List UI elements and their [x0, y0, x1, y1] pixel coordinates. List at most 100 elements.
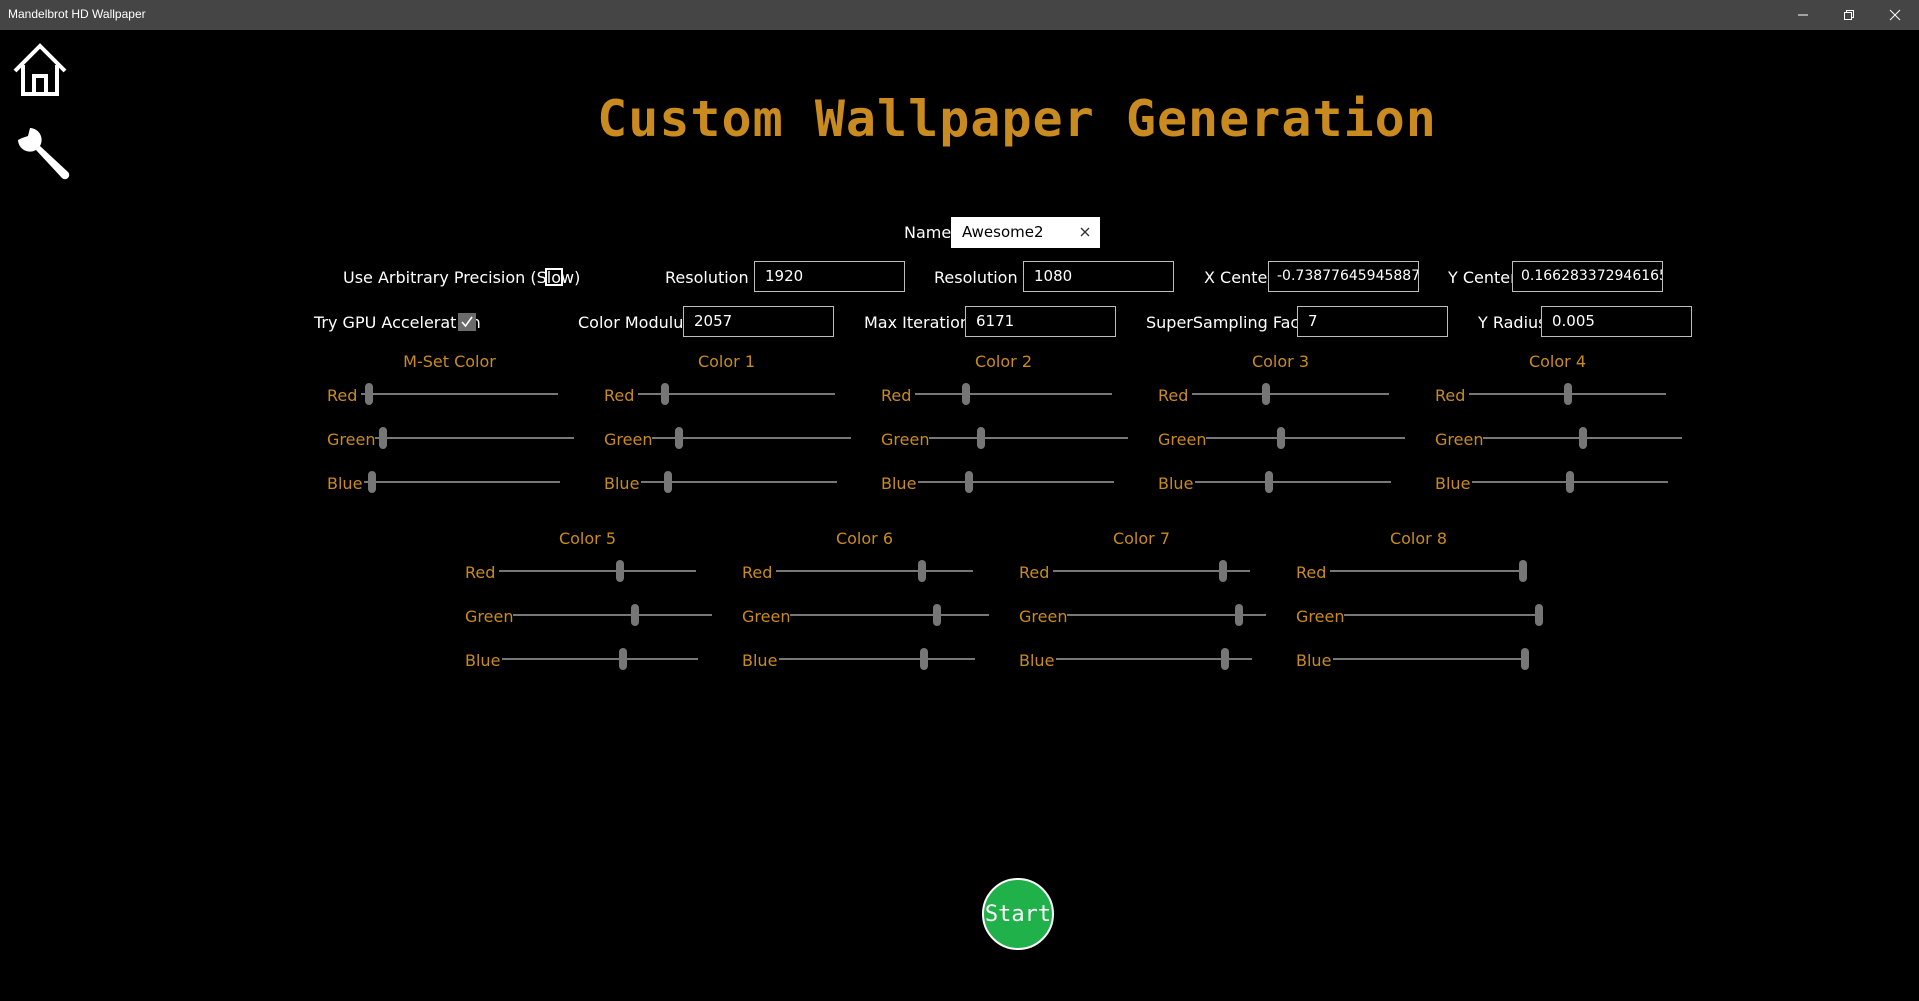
m-set-color-red-slider[interactable]	[361, 383, 558, 405]
check-icon	[461, 316, 473, 328]
color-5-red-slider[interactable]	[499, 560, 696, 582]
color-6-blue-slider[interactable]	[779, 648, 975, 670]
color-1-green-slider[interactable]	[652, 427, 851, 449]
resolution-x-input[interactable]: 1920	[754, 261, 905, 292]
slider-track	[776, 570, 973, 572]
name-input[interactable]: Awesome2	[951, 217, 1100, 248]
slider-thumb[interactable]	[1563, 383, 1572, 405]
color-5-blue-slider[interactable]	[502, 648, 698, 670]
color-6-green-slider[interactable]	[790, 604, 989, 626]
slider-thumb[interactable]	[976, 427, 985, 449]
color-3-green-slider[interactable]	[1206, 427, 1405, 449]
m-set-color-green-label: Green	[327, 430, 376, 449]
slider-track	[779, 658, 975, 660]
minimize-icon	[1798, 14, 1808, 16]
name-label: Name	[904, 223, 952, 242]
resolution-y-input[interactable]: 1080	[1023, 261, 1174, 292]
group-title-m-set-color: M-Set Color	[403, 352, 496, 371]
slider-thumb[interactable]	[917, 560, 926, 582]
slider-track	[499, 570, 696, 572]
color-8-red-slider[interactable]	[1330, 560, 1527, 582]
close-button[interactable]	[1872, 0, 1918, 30]
color-2-green-slider[interactable]	[929, 427, 1128, 449]
slider-track	[364, 481, 560, 483]
color-3-blue-slider[interactable]	[1195, 471, 1391, 493]
name-value: Awesome2	[962, 223, 1044, 241]
slider-thumb[interactable]	[1276, 427, 1285, 449]
slider-thumb[interactable]	[1578, 427, 1587, 449]
gpu-acceleration-checkbox[interactable]	[458, 313, 476, 331]
slider-thumb[interactable]	[364, 383, 373, 405]
color-4-green-slider[interactable]	[1483, 427, 1682, 449]
slider-thumb[interactable]	[920, 648, 928, 670]
color-1-blue-slider[interactable]	[641, 471, 837, 493]
slider-thumb[interactable]	[367, 471, 376, 493]
clear-icon[interactable]	[1079, 226, 1091, 238]
slider-thumb[interactable]	[618, 648, 627, 670]
slider-thumb[interactable]	[616, 560, 625, 582]
restore-icon	[1844, 10, 1854, 20]
max-iterations-input[interactable]: 6171	[965, 306, 1116, 337]
slider-thumb[interactable]	[962, 383, 971, 405]
slider-thumb[interactable]	[631, 604, 640, 626]
slider-track	[375, 437, 574, 439]
m-set-color-blue-slider[interactable]	[364, 471, 560, 493]
slider-track	[915, 393, 1112, 395]
color-8-green-slider[interactable]	[1344, 604, 1543, 626]
supersampling-input[interactable]: 7	[1297, 306, 1448, 337]
color-7-green-slider[interactable]	[1067, 604, 1266, 626]
slider-thumb[interactable]	[1521, 648, 1529, 670]
x-center-input[interactable]: -0.73877645945887…	[1268, 261, 1419, 292]
slider-track	[1330, 570, 1527, 572]
color-2-red-label: Red	[881, 386, 912, 405]
color-5-green-slider[interactable]	[513, 604, 712, 626]
slider-thumb[interactable]	[1261, 383, 1270, 405]
slider-thumb[interactable]	[663, 471, 672, 493]
close-icon	[1889, 9, 1901, 21]
m-set-color-green-slider[interactable]	[375, 427, 574, 449]
color-2-red-slider[interactable]	[915, 383, 1112, 405]
color-8-blue-label: Blue	[1296, 651, 1332, 670]
resolution-x-label: Resolution X	[665, 268, 765, 287]
group-title-color-4: Color 4	[1528, 352, 1587, 371]
minimize-button[interactable]	[1780, 0, 1826, 30]
slider-thumb[interactable]	[674, 427, 683, 449]
slider-track	[1344, 614, 1543, 616]
slider-thumb[interactable]	[1219, 560, 1228, 582]
slider-thumb[interactable]	[1566, 471, 1574, 493]
y-center-input[interactable]: 0.166283372946165	[1512, 261, 1663, 292]
color-7-blue-label: Blue	[1019, 651, 1055, 670]
color-2-green-label: Green	[881, 430, 930, 449]
slider-track	[1333, 658, 1529, 660]
slider-thumb[interactable]	[1221, 648, 1230, 670]
slider-thumb[interactable]	[965, 471, 973, 493]
slider-thumb[interactable]	[1235, 604, 1244, 626]
slider-thumb[interactable]	[378, 427, 387, 449]
color-7-red-slider[interactable]	[1053, 560, 1250, 582]
slider-thumb[interactable]	[660, 383, 669, 405]
slider-track	[1195, 481, 1391, 483]
start-button[interactable]: Start	[982, 878, 1054, 950]
y-radius-input[interactable]: 0.005	[1541, 306, 1692, 337]
color-4-blue-slider[interactable]	[1472, 471, 1668, 493]
supersampling-label: SuperSampling Factor	[1146, 313, 1322, 332]
color-7-blue-slider[interactable]	[1056, 648, 1252, 670]
color-6-red-slider[interactable]	[776, 560, 973, 582]
color-3-blue-label: Blue	[1158, 474, 1194, 493]
slider-thumb[interactable]	[1519, 560, 1527, 582]
color-1-red-label: Red	[604, 386, 635, 405]
color-4-red-slider[interactable]	[1469, 383, 1666, 405]
color-modulus-label: Color Modulus	[578, 313, 692, 332]
slider-track	[513, 614, 712, 616]
slider-thumb[interactable]	[1535, 604, 1543, 626]
color-8-blue-slider[interactable]	[1333, 648, 1529, 670]
color-modulus-input[interactable]: 2057	[683, 306, 834, 337]
color-1-red-slider[interactable]	[638, 383, 835, 405]
arbitrary-precision-checkbox[interactable]	[545, 268, 563, 286]
group-title-color-1: Color 1	[697, 352, 756, 371]
color-3-red-slider[interactable]	[1192, 383, 1389, 405]
slider-thumb[interactable]	[1264, 471, 1273, 493]
restore-button[interactable]	[1826, 0, 1872, 30]
color-2-blue-slider[interactable]	[918, 471, 1114, 493]
slider-thumb[interactable]	[933, 604, 942, 626]
